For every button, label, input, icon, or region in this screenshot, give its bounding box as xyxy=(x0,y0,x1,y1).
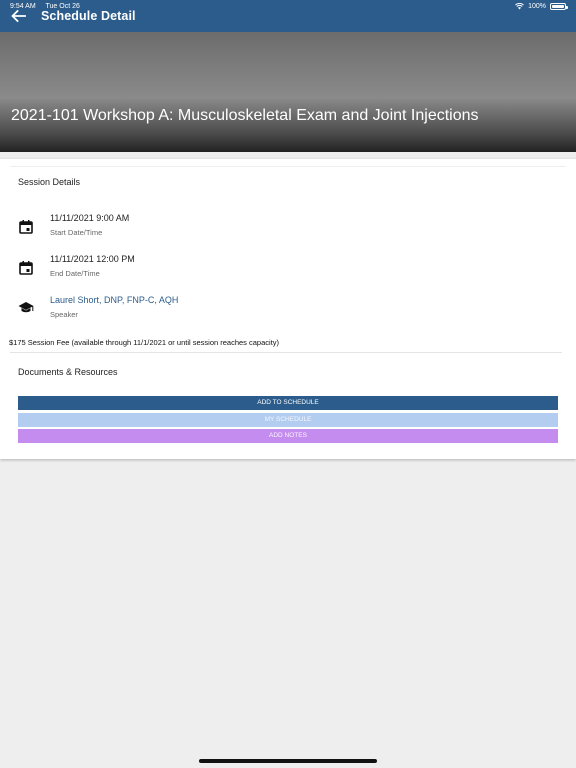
battery-percent: 100% xyxy=(528,3,546,10)
start-datetime-value: 11/11/2021 9:00 AM xyxy=(50,213,130,223)
session-title: 2021-101 Workshop A: Musculoskeletal Exa… xyxy=(11,107,479,124)
speaker-link[interactable]: Laurel Short, DNP, FNP-C, AQH xyxy=(50,295,178,305)
speaker-row: Laurel Short, DNP, FNP-C, AQH Speaker xyxy=(18,295,558,325)
calendar-icon xyxy=(19,220,33,234)
end-datetime-value: 11/11/2021 12:00 PM xyxy=(50,254,135,264)
end-datetime-row: 11/11/2021 12:00 PM End Date/Time xyxy=(18,254,558,284)
back-arrow-icon[interactable] xyxy=(10,9,26,23)
section-divider xyxy=(10,352,562,353)
home-indicator[interactable] xyxy=(199,759,377,763)
calendar-icon xyxy=(19,261,33,275)
session-details-heading: Session Details xyxy=(18,177,81,187)
add-to-schedule-button[interactable]: ADD TO SCHEDULE xyxy=(18,396,558,410)
card-divider-top xyxy=(10,166,566,167)
battery-icon xyxy=(550,3,568,10)
page-title: Schedule Detail xyxy=(41,9,136,23)
graduation-cap-icon xyxy=(18,302,34,313)
end-datetime-label: End Date/Time xyxy=(50,269,100,278)
speaker-label: Speaker xyxy=(50,310,78,319)
my-schedule-button[interactable]: MY SCHEDULE xyxy=(18,413,558,427)
session-card: Session Details 11/11/2021 9:00 AM Start… xyxy=(0,159,576,459)
add-notes-button[interactable]: ADD NOTES xyxy=(18,429,558,443)
app-header: 9:54 AM Tue Oct 26 100% Schedule Detail xyxy=(0,0,576,32)
session-fee-text: $175 Session Fee (available through 11/1… xyxy=(9,338,280,347)
wifi-icon xyxy=(515,3,524,10)
start-datetime-row: 11/11/2021 9:00 AM Start Date/Time xyxy=(18,213,558,243)
documents-resources-heading: Documents & Resources xyxy=(18,367,118,377)
start-datetime-label: Start Date/Time xyxy=(50,228,103,237)
status-bar-right: 100% xyxy=(515,3,568,10)
session-hero-image: 2021-101 Workshop A: Musculoskeletal Exa… xyxy=(0,32,576,152)
